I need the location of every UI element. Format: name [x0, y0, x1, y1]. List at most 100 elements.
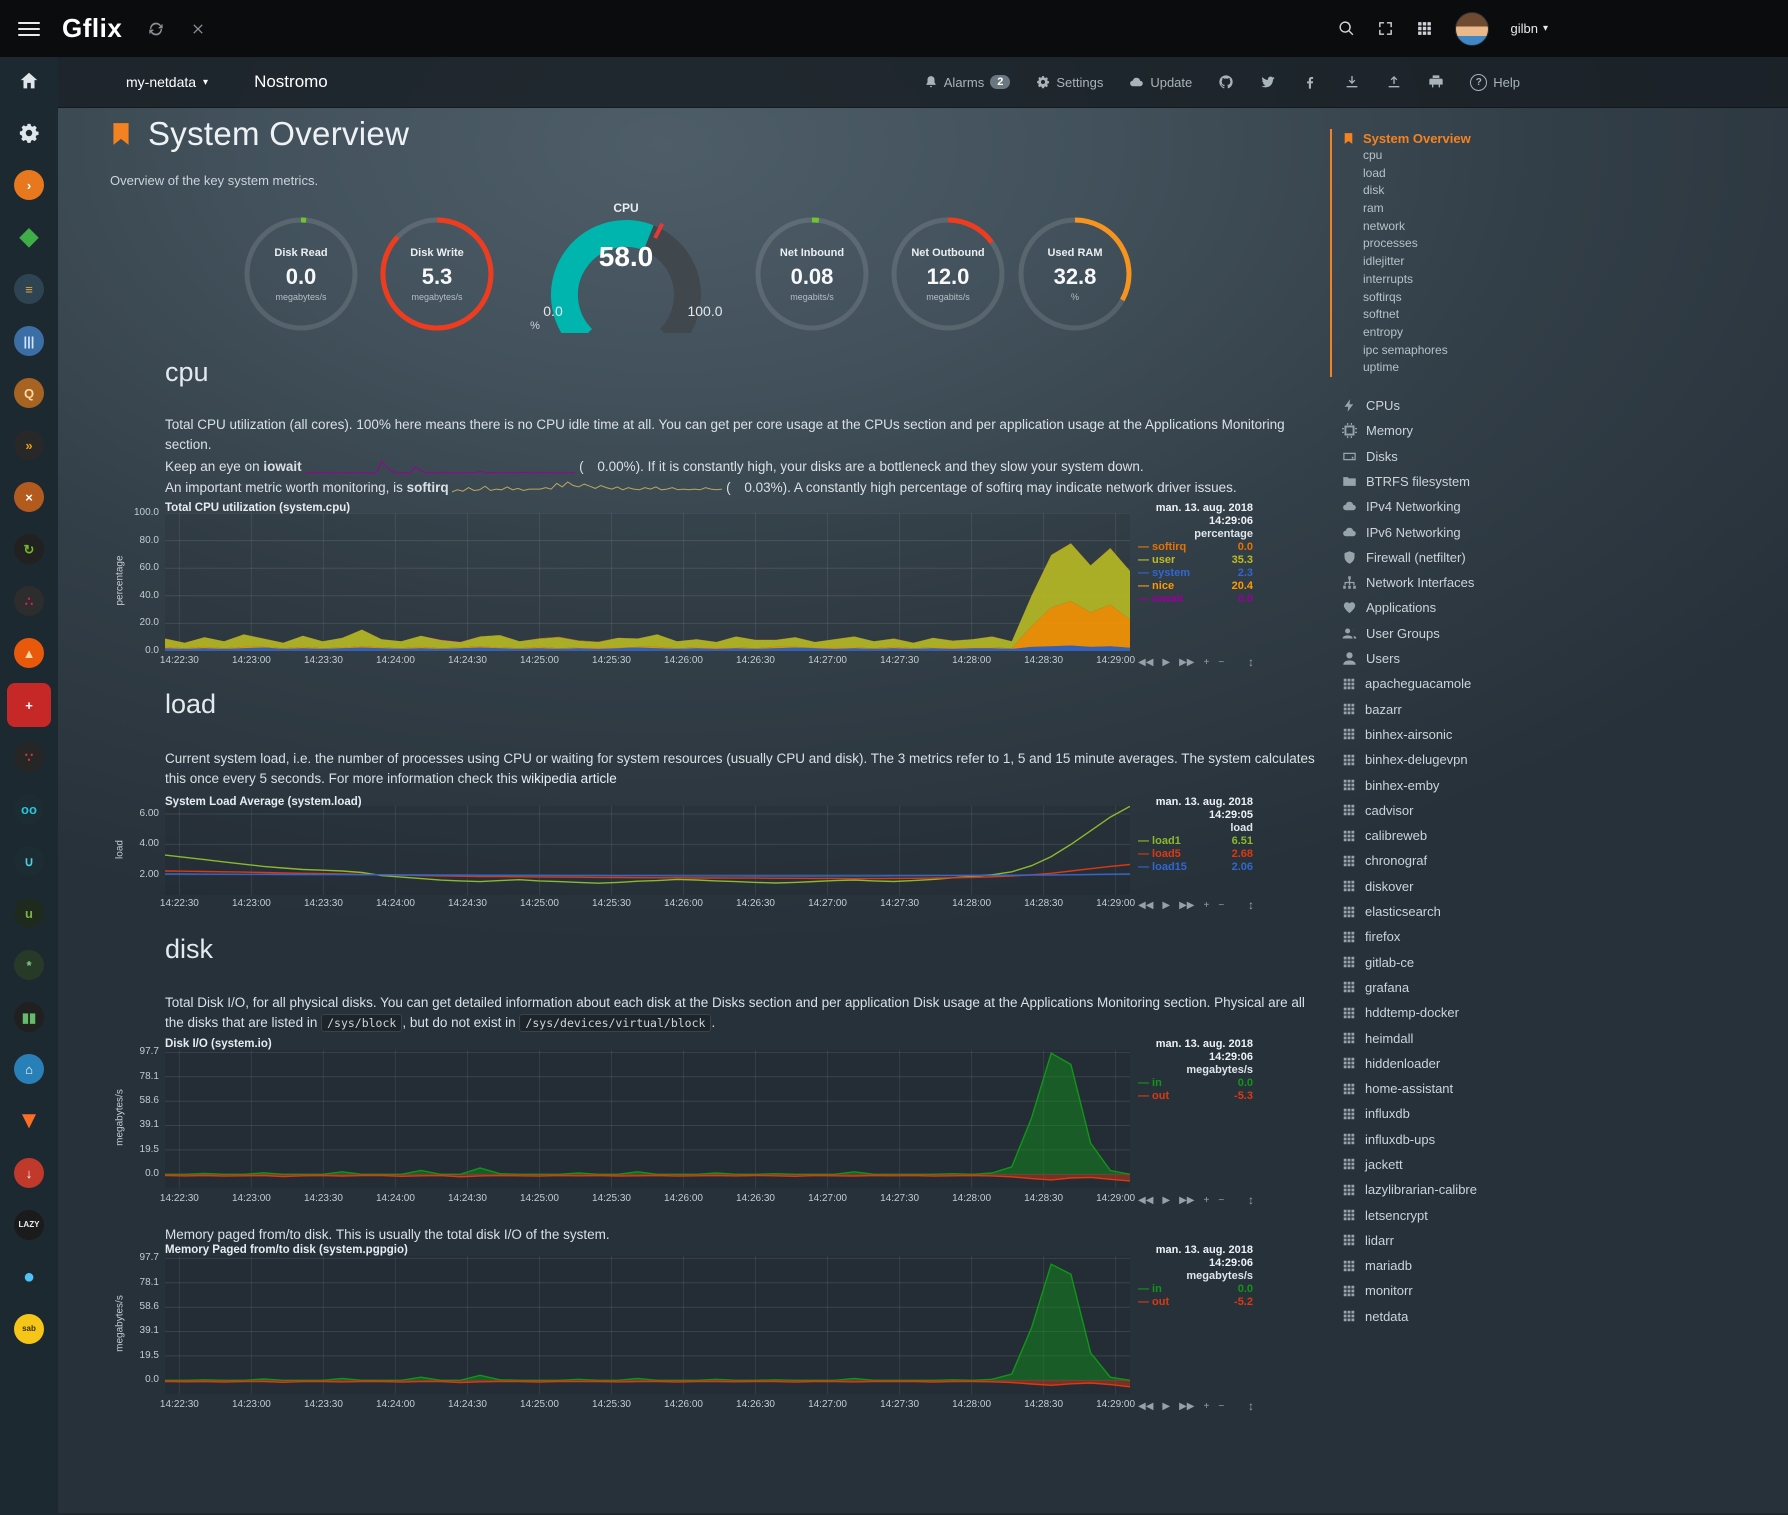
legend-system[interactable]: — system2.3	[1138, 567, 1253, 580]
menu-subitem-disk[interactable]: disk	[1342, 182, 1780, 200]
menu-item-jackett[interactable]: jackett	[1330, 1152, 1780, 1177]
menu-item-cpus[interactable]: CPUs	[1330, 393, 1780, 418]
fullscreen-icon[interactable]	[1377, 20, 1394, 37]
sidebar-app-plex-icon[interactable]: »	[7, 423, 51, 467]
menu-subitem-load[interactable]: load	[1342, 165, 1780, 183]
menu-subitem-ram[interactable]: ram	[1342, 200, 1780, 218]
legend-in[interactable]: — in0.0	[1138, 1283, 1253, 1296]
menu-item-apacheguacamole[interactable]: apacheguacamole	[1330, 671, 1780, 696]
chart-play-icon[interactable]: ▶	[1162, 1195, 1170, 1206]
chart-zoom-in-icon[interactable]: +	[1203, 1401, 1209, 1412]
menu-item-ipv6-networking[interactable]: IPv6 Networking	[1330, 519, 1780, 544]
sidebar-app-chevron-icon[interactable]: ›	[7, 163, 51, 207]
sidebar-app-sab-icon[interactable]: sab	[7, 1307, 51, 1351]
chart-zoom-out-icon[interactable]: −	[1218, 900, 1224, 911]
chart-pan-left-icon[interactable]: ◀◀	[1138, 900, 1153, 911]
search-icon[interactable]	[1338, 20, 1355, 37]
chart-zoom-out-icon[interactable]: −	[1218, 657, 1224, 668]
gauge-disk-read[interactable]: Disk Read0.0megabytes/s	[241, 214, 361, 334]
sidebar-settings-icon[interactable]	[7, 111, 51, 155]
chart-pan-right-icon[interactable]: ▶▶	[1179, 900, 1194, 911]
menu-item-chronograf[interactable]: chronograf	[1330, 848, 1780, 873]
menu-subitem-network[interactable]: network	[1342, 218, 1780, 236]
menu-item-calibreweb[interactable]: calibreweb	[1330, 823, 1780, 848]
sidebar-app-cup-icon[interactable]: ∪	[7, 839, 51, 883]
menu-item-users[interactable]: Users	[1330, 646, 1780, 671]
sidebar-app-down-icon[interactable]: ↓	[7, 1151, 51, 1195]
sidebar-app-soundbars-icon[interactable]: |||	[7, 319, 51, 363]
menu-item-lazylibrarian-calibre[interactable]: lazylibrarian-calibre	[1330, 1177, 1780, 1202]
gauge-disk-write[interactable]: Disk Write5.3megabytes/s	[377, 214, 497, 334]
sidebar-app-search-icon[interactable]: Q	[7, 371, 51, 415]
chart-system.io[interactable]	[165, 1050, 1130, 1188]
menu-item-lidarr[interactable]: lidarr	[1330, 1228, 1780, 1253]
chart-zoom-in-icon[interactable]: +	[1203, 657, 1209, 668]
sidebar-app-stack-icon[interactable]: ≡	[7, 267, 51, 311]
sidebar-app-fox-icon[interactable]: ▼	[7, 1099, 51, 1143]
chart-system.load[interactable]	[165, 806, 1130, 895]
legend-in[interactable]: — in0.0	[1138, 1077, 1253, 1090]
chart-play-icon[interactable]: ▶	[1162, 900, 1170, 911]
update-button[interactable]: Update	[1129, 75, 1192, 90]
chart-resize-handle[interactable]: ↕	[1248, 1399, 1254, 1413]
menu-item-gitlab-ce[interactable]: gitlab-ce	[1330, 949, 1780, 974]
user-avatar[interactable]	[1455, 12, 1489, 46]
sidebar-app-drop-icon[interactable]: ●	[7, 1255, 51, 1299]
gauge-used-ram[interactable]: Used RAM32.8%	[1015, 214, 1135, 334]
legend-out[interactable]: — out-5.3	[1138, 1090, 1253, 1103]
sidebar-app-sync-icon[interactable]: ↻	[7, 527, 51, 571]
sidebar-app-gem-icon[interactable]: ◆	[7, 215, 51, 259]
menu-item-binhex-emby[interactable]: binhex-emby	[1330, 772, 1780, 797]
sidebar-app-oo-icon[interactable]: oo	[7, 787, 51, 831]
menu-subitem-interrupts[interactable]: interrupts	[1342, 271, 1780, 289]
gauge-net-inbound[interactable]: Net Inbound0.08megabits/s	[752, 214, 872, 334]
gauge-cpu[interactable]: CPU58.00.0100.0%	[519, 198, 734, 333]
legend-load1[interactable]: — load16.51	[1138, 835, 1253, 848]
server-dropdown[interactable]: my-netdata▾	[126, 74, 208, 90]
sidebar-app-flame-icon[interactable]: ▲	[7, 631, 51, 675]
legend-load5[interactable]: — load52.68	[1138, 848, 1253, 861]
refresh-icon[interactable]	[148, 21, 164, 37]
menu-subitem-softnet[interactable]: softnet	[1342, 306, 1780, 324]
menu-item-disks[interactable]: Disks	[1330, 444, 1780, 469]
chart-resize-handle[interactable]: ↕	[1248, 898, 1254, 912]
menu-item-system-overview[interactable]: System Overview	[1342, 129, 1780, 147]
menu-item-elasticsearch[interactable]: elasticsearch	[1330, 899, 1780, 924]
sidebar-app-house-icon[interactable]: ⌂	[7, 1047, 51, 1091]
menu-item-monitorr[interactable]: monitorr	[1330, 1278, 1780, 1303]
menu-item-ipv4-networking[interactable]: IPv4 Networking	[1330, 494, 1780, 519]
menu-item-netdata[interactable]: netdata	[1330, 1304, 1780, 1329]
apps-grid-icon[interactable]	[1416, 20, 1433, 37]
settings-button[interactable]: Settings	[1036, 75, 1103, 90]
legend-out[interactable]: — out-5.2	[1138, 1296, 1253, 1309]
hostname[interactable]: Nostromo	[254, 72, 328, 92]
legend-load15[interactable]: — load152.06	[1138, 861, 1253, 874]
legend-iowait[interactable]: — iowait0.0	[1138, 593, 1253, 606]
sidebar-app-dots-red-icon[interactable]: ∵	[7, 735, 51, 779]
chart-zoom-out-icon[interactable]: −	[1218, 1195, 1224, 1206]
facebook-icon[interactable]	[1302, 74, 1318, 90]
menu-subitem-uptime[interactable]: uptime	[1342, 359, 1780, 377]
chart-system.pgpgio[interactable]	[165, 1256, 1130, 1394]
menu-item-diskover[interactable]: diskover	[1330, 874, 1780, 899]
alarms-button[interactable]: Alarms 2	[924, 75, 1011, 90]
menu-item-binhex-airsonic[interactable]: binhex-airsonic	[1330, 722, 1780, 747]
sidebar-home-icon[interactable]	[7, 59, 51, 103]
export-icon[interactable]	[1386, 74, 1402, 90]
menu-item-applications[interactable]: Applications	[1330, 595, 1780, 620]
chart-pan-right-icon[interactable]: ▶▶	[1179, 657, 1194, 668]
menu-item-cadvisor[interactable]: cadvisor	[1330, 798, 1780, 823]
menu-subitem-cpu[interactable]: cpu	[1342, 147, 1780, 165]
print-icon[interactable]	[1428, 74, 1444, 90]
menu-item-mariadb[interactable]: mariadb	[1330, 1253, 1780, 1278]
help-button[interactable]: ? Help	[1470, 74, 1520, 91]
menu-item-influxdb-ups[interactable]: influxdb-ups	[1330, 1127, 1780, 1152]
menu-item-bazarr[interactable]: bazarr	[1330, 697, 1780, 722]
user-menu[interactable]: gilbn▾	[1511, 21, 1549, 36]
hamburger-menu-icon[interactable]	[18, 18, 40, 40]
chart-zoom-in-icon[interactable]: +	[1203, 1195, 1209, 1206]
sidebar-app-lazy-icon[interactable]: LAZY	[7, 1203, 51, 1247]
menu-item-firewall-netfilter-[interactable]: Firewall (netfilter)	[1330, 545, 1780, 570]
chart-pan-right-icon[interactable]: ▶▶	[1179, 1195, 1194, 1206]
twitter-icon[interactable]	[1260, 74, 1276, 90]
